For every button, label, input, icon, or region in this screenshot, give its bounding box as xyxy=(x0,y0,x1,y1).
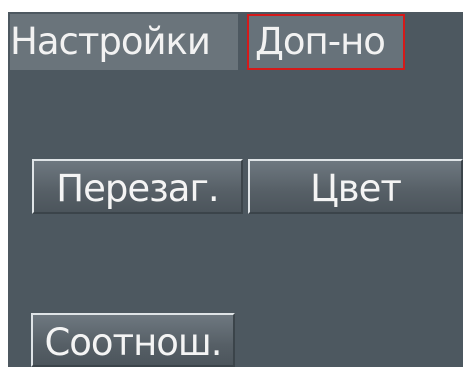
tab-extra[interactable]: Доп-но xyxy=(247,14,405,70)
restart-button-label: Перезаг. xyxy=(56,167,219,210)
color-button[interactable]: Цвет xyxy=(248,159,463,214)
tab-settings[interactable]: Настройки xyxy=(10,14,238,70)
tab-settings-label: Настройки xyxy=(10,20,211,63)
tab-extra-label: Доп-но xyxy=(255,20,386,63)
aspect-ratio-button[interactable]: Соотнош. xyxy=(31,313,235,367)
restart-button[interactable]: Перезаг. xyxy=(32,159,243,214)
settings-panel: Настройки Доп-но Перезаг. Цвет Соотнош. xyxy=(8,12,463,367)
tab-bar: Настройки Доп-но xyxy=(8,12,463,74)
aspect-ratio-button-label: Соотнош. xyxy=(44,321,222,364)
color-button-label: Цвет xyxy=(310,167,402,210)
